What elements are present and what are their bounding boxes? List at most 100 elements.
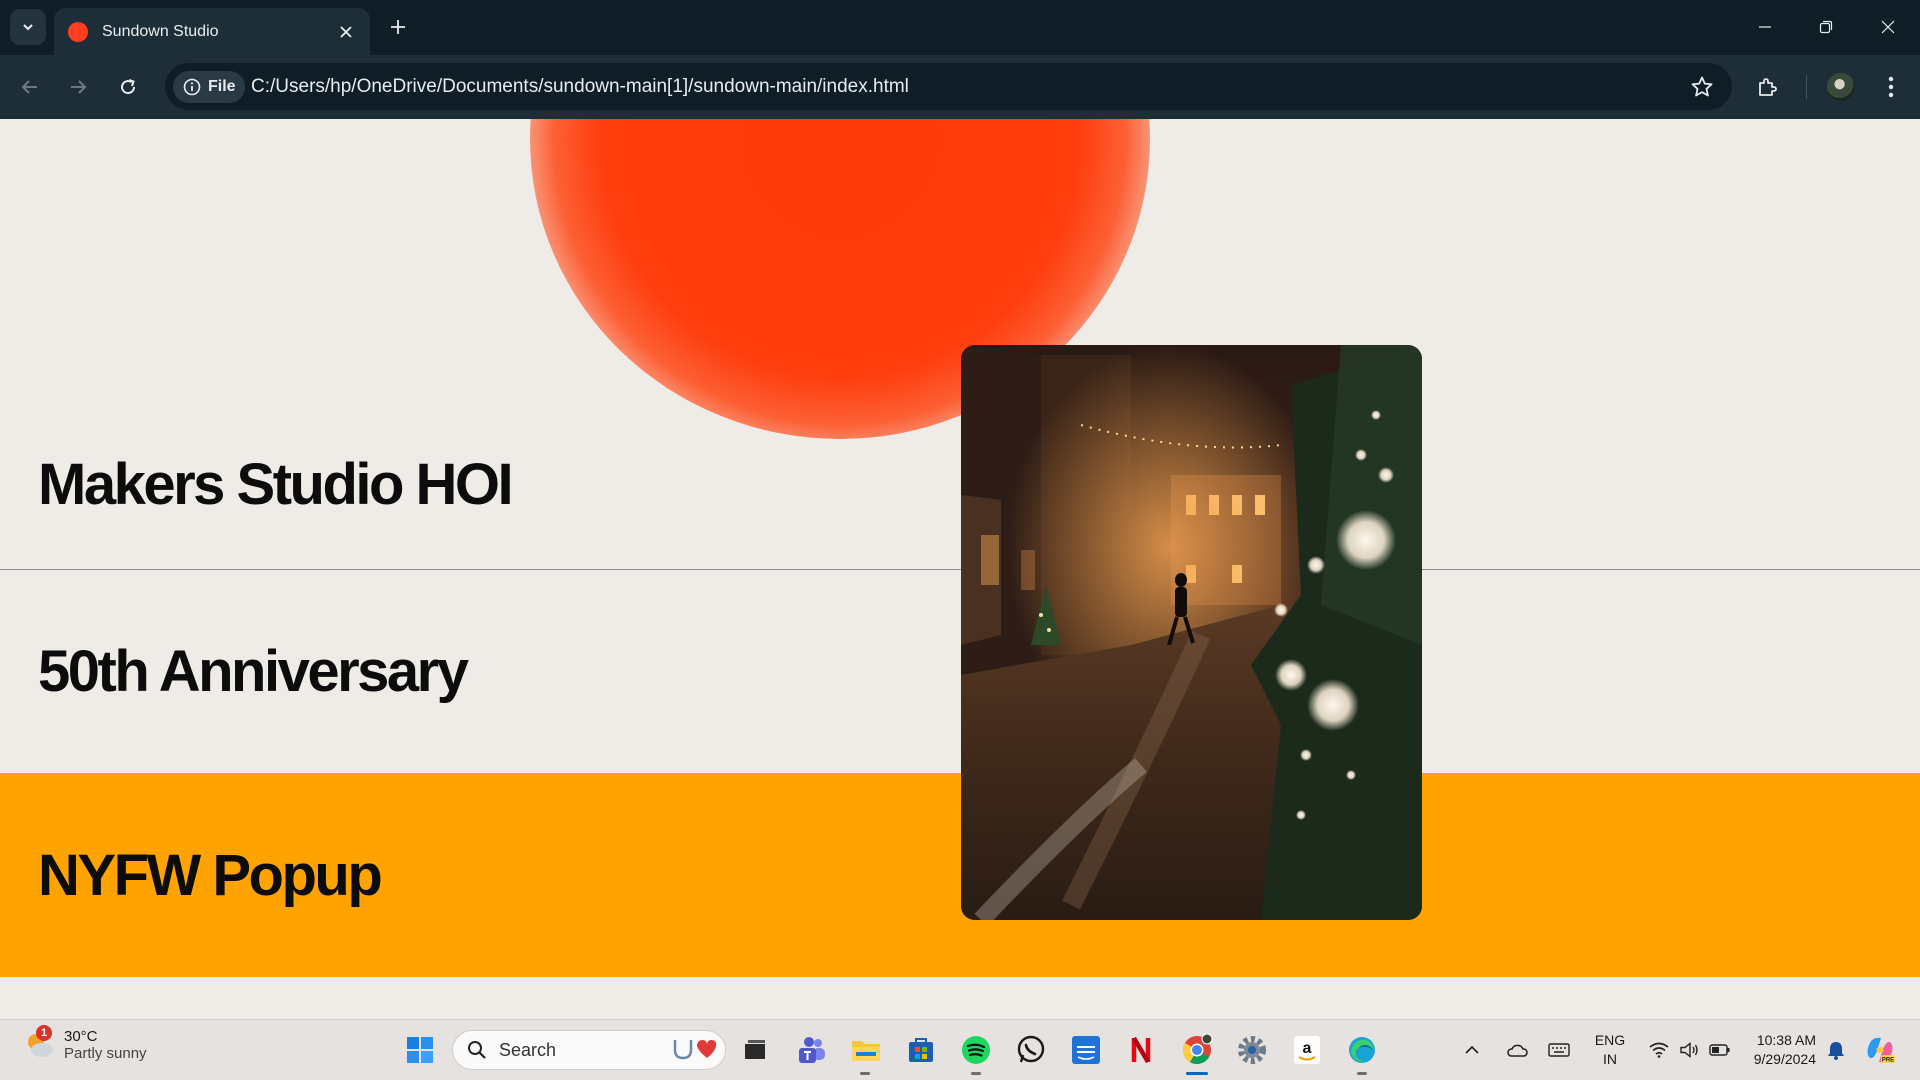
weather-badge: 1 (36, 1025, 52, 1041)
url-text[interactable]: C:/Users/hp/OneDrive/Documents/sundown-m… (251, 76, 909, 98)
notifications-button[interactable] (1824, 1030, 1848, 1070)
stethoscope-heart-icon (673, 1040, 717, 1060)
address-bar[interactable]: File C:/Users/hp/OneDrive/Documents/sund… (165, 63, 1732, 110)
page-viewport: Makers Studio HOI 50th Anniversary NYFW … (0, 119, 1920, 1019)
arrow-left-icon (21, 80, 37, 94)
wifi-icon (1649, 1042, 1669, 1058)
favicon-icon (68, 21, 88, 42)
quick-settings-tray[interactable] (1645, 1030, 1735, 1070)
weather-temp: 30°C (64, 1028, 98, 1045)
clock[interactable]: 10:38 AM 9/29/2024 (1740, 1031, 1816, 1069)
puzzle-icon (1759, 78, 1777, 96)
menu-button[interactable] (1875, 71, 1907, 103)
search-placeholder: Search (499, 1039, 557, 1060)
volume-icon (1680, 1042, 1698, 1058)
weather-widget[interactable]: 1 30°C Partly sunny (22, 1025, 147, 1062)
show-hidden-icons-button[interactable] (1460, 1030, 1484, 1070)
browser-toolbar: File C:/Users/hp/OneDrive/Documents/sund… (0, 55, 1920, 119)
taskbar-spotify[interactable] (956, 1030, 996, 1070)
project-title: 50th Anniversary (38, 639, 469, 704)
teams-icon (799, 1037, 825, 1063)
tab-close-button[interactable] (336, 22, 356, 42)
bell-icon (1828, 1042, 1844, 1060)
reload-button[interactable] (112, 71, 144, 103)
project-title: Makers Studio HOI (38, 451, 514, 517)
profile-button[interactable] (1825, 71, 1857, 103)
language-line2: IN (1603, 1051, 1617, 1067)
more-vertical-icon (1888, 76, 1894, 98)
taskbar-netflix[interactable] (1121, 1030, 1161, 1070)
toolbar-divider (1806, 75, 1807, 99)
input-language[interactable]: ENG IN (1590, 1031, 1630, 1069)
active-app-indicator (1186, 1072, 1208, 1075)
running-indicator (971, 1072, 981, 1075)
extensions-button[interactable] (1752, 71, 1784, 103)
prime-video-icon (1072, 1036, 1100, 1064)
restore-button[interactable] (1806, 10, 1846, 44)
gear-icon (1238, 1036, 1266, 1064)
spotify-icon (962, 1036, 990, 1064)
new-tab-button[interactable] (384, 13, 412, 41)
project-row-nyfw-popup[interactable]: NYFW Popup (0, 773, 1920, 977)
taskbar: 1 30°C Partly sunny Search a ENG IN 10:3… (0, 1019, 1920, 1080)
taskbar-search[interactable]: Search (452, 1030, 726, 1070)
weather-icon: 1 (22, 1025, 56, 1062)
minimize-button[interactable] (1745, 10, 1785, 44)
search-icon (468, 1041, 486, 1059)
restore-icon (1819, 20, 1833, 34)
onedrive-tray[interactable] (1502, 1030, 1532, 1070)
back-button[interactable] (14, 71, 46, 103)
forward-button[interactable] (62, 71, 94, 103)
taskbar-task-view[interactable] (735, 1030, 775, 1070)
tab-sundown-studio[interactable]: Sundown Studio (54, 8, 370, 55)
project-title: NYFW Popup (38, 842, 383, 908)
svg-text:a: a (1303, 1040, 1312, 1057)
arrow-right-icon (71, 80, 87, 94)
tab-search-button[interactable] (10, 9, 46, 45)
chevron-up-icon (1465, 1045, 1479, 1054)
bookmark-star-icon[interactable] (1690, 75, 1714, 99)
store-icon (909, 1038, 933, 1062)
time-text: 10:38 AM (1756, 1032, 1816, 1048)
project-row-makers-studio[interactable]: Makers Studio HOI (0, 382, 1920, 586)
close-icon (1881, 20, 1895, 34)
amazon-icon: a (1294, 1036, 1320, 1064)
svg-text:PRE: PRE (1882, 1058, 1894, 1064)
project-preview-image (961, 345, 1422, 920)
date-text: 9/29/2024 (1753, 1051, 1816, 1067)
windows-logo-icon (407, 1037, 433, 1063)
whatsapp-icon (1017, 1035, 1045, 1063)
info-icon (183, 78, 201, 96)
copilot-icon: PRE (1867, 1037, 1895, 1064)
running-indicator (1357, 1072, 1367, 1075)
touch-keyboard-tray[interactable] (1544, 1030, 1574, 1070)
chrome-icon (1183, 1034, 1213, 1064)
close-icon (340, 25, 352, 38)
taskbar-chrome[interactable] (1177, 1030, 1217, 1070)
edge-icon (1349, 1037, 1375, 1063)
keyboard-icon (1548, 1043, 1570, 1057)
running-indicator (860, 1072, 870, 1075)
copilot-button[interactable]: PRE (1862, 1030, 1898, 1070)
cloud-icon (1507, 1044, 1528, 1057)
file-chip-label: File (208, 78, 236, 95)
taskbar-whatsapp[interactable] (1011, 1030, 1051, 1070)
browser-tab-strip: Sundown Studio (0, 0, 1920, 55)
taskbar-settings[interactable] (1232, 1030, 1272, 1070)
weather-desc: Partly sunny (64, 1045, 147, 1062)
chevron-down-icon (23, 24, 33, 31)
task-view-icon (745, 1040, 765, 1059)
site-info-chip[interactable]: File (173, 71, 245, 103)
start-button[interactable] (400, 1030, 440, 1070)
taskbar-store[interactable] (901, 1030, 941, 1070)
close-window-button[interactable] (1868, 10, 1908, 44)
taskbar-teams[interactable] (791, 1030, 831, 1070)
taskbar-edge[interactable] (1342, 1030, 1382, 1070)
taskbar-amazon[interactable]: a (1287, 1030, 1327, 1070)
project-row-50th-anniversary[interactable]: 50th Anniversary (0, 569, 1920, 773)
minimize-icon (1759, 26, 1771, 28)
reload-icon (121, 79, 136, 95)
taskbar-prime-video[interactable] (1066, 1030, 1106, 1070)
folder-icon (852, 1041, 880, 1061)
taskbar-file-explorer[interactable] (846, 1030, 886, 1070)
